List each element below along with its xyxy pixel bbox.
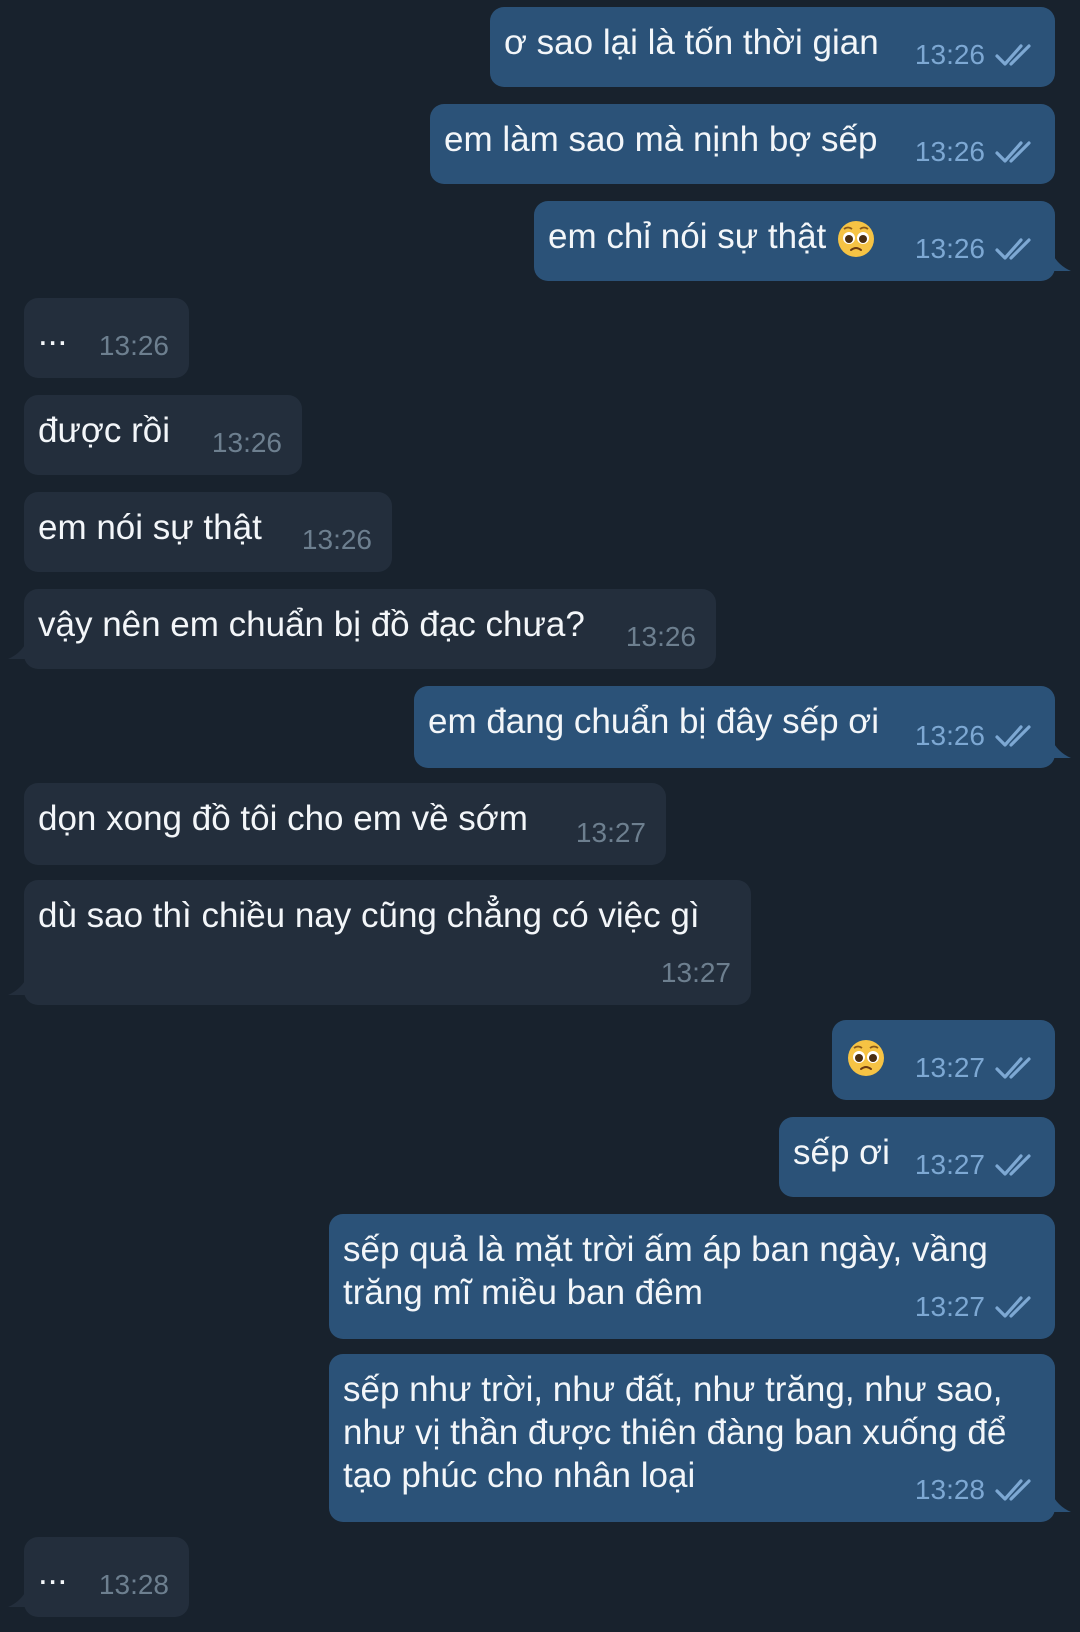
- message-time: 13:26: [301, 524, 372, 555]
- bubble-tail: [1051, 1479, 1071, 1522]
- message-meta: 13:26: [302, 524, 372, 556]
- double-check-icon: [995, 1477, 1035, 1503]
- message-time: 13:27: [914, 1052, 985, 1083]
- message-meta: 13:28: [915, 1474, 1035, 1506]
- bubble-tail: [1051, 238, 1071, 281]
- message-meta: 13:27: [915, 1052, 1035, 1084]
- message-meta: 13:26: [915, 136, 1035, 168]
- outgoing-message-bubble[interactable]: sếp ơi 13:27: [779, 1117, 1055, 1197]
- message-time: 13:28: [98, 1569, 169, 1600]
- message-text-content: ...: [38, 314, 68, 353]
- message-meta: 13:26: [212, 427, 282, 459]
- message-meta: 13:26: [915, 39, 1035, 71]
- chat-history[interactable]: ơ sao lại là tốn thời gian 13:26 em làm sa…: [0, 0, 1080, 1632]
- double-check-icon: [995, 723, 1035, 749]
- message-text: dọn xong đồ tôi cho em về sớm: [38, 797, 528, 840]
- message-time: 13:26: [914, 720, 985, 751]
- message-text-content: em làm sao mà nịnh bợ sếp: [444, 120, 878, 159]
- message-time: 13:26: [211, 427, 282, 458]
- message-text-content: được rồi: [38, 411, 170, 450]
- message-text-content: ...: [38, 1553, 68, 1592]
- bubble-tail: [8, 962, 28, 1005]
- message-meta: 13:27: [915, 1149, 1035, 1181]
- double-check-icon: [995, 1152, 1035, 1178]
- message-meta: 13:26: [915, 233, 1035, 265]
- message-meta: 13:27: [661, 957, 731, 989]
- outgoing-message-bubble[interactable]: 13:27: [832, 1020, 1055, 1100]
- message-text: dù sao thì chiều nay cũng chẳng có việc …: [38, 894, 708, 937]
- outgoing-message-bubble[interactable]: em chỉ nói sự thật 13:26: [534, 201, 1071, 281]
- incoming-message-bubble[interactable]: vậy nên em chuẩn bị đồ đạc chưa? 13:26: [8, 589, 716, 669]
- message-meta: 13:26: [915, 720, 1035, 752]
- message-text-content: sếp ơi: [793, 1133, 890, 1172]
- message-text: được rồi: [38, 409, 170, 452]
- message-text-content: em đang chuẩn bị đây sếp ơi: [428, 702, 880, 741]
- incoming-message-bubble[interactable]: ... 13:28: [8, 1537, 189, 1617]
- message-meta: 13:27: [915, 1291, 1035, 1323]
- double-check-icon: [995, 1294, 1035, 1320]
- message-time: 13:27: [575, 817, 646, 848]
- message-text: ơ sao lại là tốn thời gian: [504, 21, 879, 64]
- message-text: vậy nên em chuẩn bị đồ đạc chưa?: [38, 603, 585, 646]
- pleading-face-icon: [836, 219, 876, 259]
- message-meta: 13:27: [576, 817, 646, 849]
- message-text-content: vậy nên em chuẩn bị đồ đạc chưa?: [38, 605, 585, 644]
- message-time: 13:26: [98, 330, 169, 361]
- message-meta: 13:26: [626, 621, 696, 653]
- message-text-content: em chỉ nói sự thật: [548, 217, 827, 256]
- message-text: em làm sao mà nịnh bợ sếp: [444, 118, 877, 161]
- message-text: em chỉ nói sự thật: [548, 215, 876, 259]
- double-check-icon: [995, 236, 1035, 262]
- message-text-content: sếp quả là mặt trời ấm áp ban ngày, vầng…: [343, 1230, 988, 1312]
- message-text: sếp ơi: [793, 1131, 890, 1174]
- message-time: 13:28: [914, 1474, 985, 1505]
- message-time: 13:26: [625, 621, 696, 652]
- message-time: 13:26: [914, 233, 985, 264]
- incoming-message-bubble[interactable]: dù sao thì chiều nay cũng chẳng có việc …: [8, 880, 751, 1005]
- double-check-icon: [995, 1055, 1035, 1081]
- message-meta: 13:26: [99, 330, 169, 362]
- message-text: [846, 1034, 886, 1078]
- message-text-content: em nói sự thật: [38, 508, 262, 547]
- incoming-message-bubble[interactable]: ... 13:26: [24, 298, 189, 378]
- message-time: 13:27: [660, 957, 731, 988]
- message-time: 13:27: [914, 1291, 985, 1322]
- message-time: 13:27: [914, 1149, 985, 1180]
- message-text-content: dù sao thì chiều nay cũng chẳng có việc …: [38, 896, 700, 935]
- message-text: ...: [38, 312, 67, 355]
- outgoing-message-bubble[interactable]: ơ sao lại là tốn thời gian 13:26: [490, 7, 1055, 87]
- pleading-face-icon: [846, 1038, 886, 1078]
- message-meta: 13:28: [99, 1569, 169, 1601]
- outgoing-message-bubble[interactable]: em làm sao mà nịnh bợ sếp 13:26: [430, 104, 1055, 184]
- message-text-content: dọn xong đồ tôi cho em về sớm: [38, 799, 528, 838]
- message-text-content: sếp như trời, như đất, như trăng, như sa…: [343, 1370, 1007, 1495]
- incoming-message-bubble[interactable]: em nói sự thật 13:26: [24, 492, 392, 572]
- message-text-content: ơ sao lại là tốn thời gian: [504, 23, 879, 62]
- message-time: 13:26: [914, 39, 985, 70]
- bubble-tail: [8, 1574, 28, 1617]
- message-text: em nói sự thật: [38, 506, 262, 549]
- double-check-icon: [995, 139, 1035, 165]
- message-time: 13:26: [914, 136, 985, 167]
- bubble-tail: [1051, 725, 1071, 768]
- outgoing-message-bubble[interactable]: sếp quả là mặt trời ấm áp ban ngày, vầng…: [329, 1214, 1055, 1339]
- message-text: ...: [38, 1551, 67, 1594]
- bubble-tail: [8, 626, 28, 669]
- incoming-message-bubble[interactable]: được rồi 13:26: [24, 395, 302, 475]
- outgoing-message-bubble[interactable]: sếp như trời, như đất, như trăng, như sa…: [329, 1354, 1071, 1522]
- incoming-message-bubble[interactable]: dọn xong đồ tôi cho em về sớm 13:27: [24, 783, 666, 865]
- message-text: em đang chuẩn bị đây sếp ơi: [428, 700, 879, 743]
- outgoing-message-bubble[interactable]: em đang chuẩn bị đây sếp ơi 13:26: [414, 686, 1071, 768]
- double-check-icon: [995, 42, 1035, 68]
